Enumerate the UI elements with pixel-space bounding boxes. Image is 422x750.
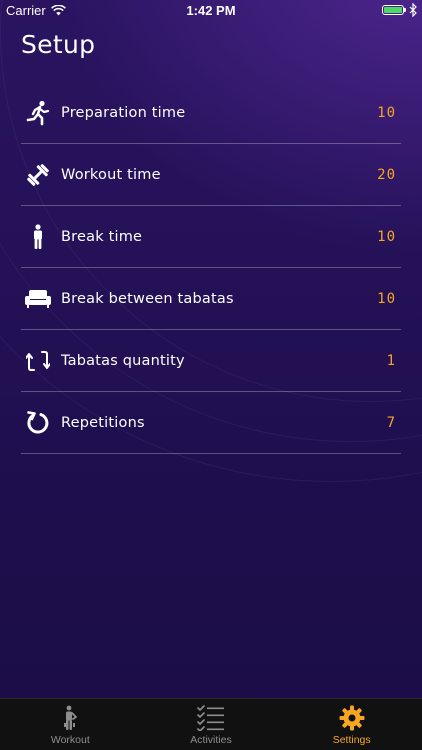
workout-person-icon [60,705,80,731]
battery-tip [404,8,406,12]
status-bar: Carrier 1:42 PM [0,0,422,22]
tab-label: Settings [332,734,371,746]
setting-value: 10 [377,104,396,121]
refresh-circle-icon [21,409,55,437]
tab-workout[interactable]: Workout [0,699,141,750]
dumbbell-icon [21,161,55,189]
tab-activities[interactable]: Activities [141,699,282,750]
setting-value: 10 [377,228,396,245]
setting-row-break-between-tabatas[interactable]: Break between tabatas 10 [21,268,401,330]
standing-person-icon [21,223,55,251]
setting-row-repetitions[interactable]: Repetitions 7 [21,392,401,454]
setting-label: Repetitions [61,414,145,431]
running-person-icon [21,99,55,127]
tab-label: Activities [190,734,232,746]
setup-screen: Carrier 1:42 PM Setup Preparation time 1… [0,0,422,750]
setting-label: Preparation time [61,104,186,121]
settings-list: Preparation time 10 Workout time 20 Brea… [21,82,401,454]
repeat-arrows-icon [21,347,55,375]
gear-icon [339,705,365,731]
battery-icon [382,5,406,15]
setting-value: 10 [377,290,396,307]
setting-value: 7 [386,414,396,431]
setting-row-preparation-time[interactable]: Preparation time 10 [21,82,401,144]
setting-row-tabatas-quantity[interactable]: Tabatas quantity 1 [21,330,401,392]
tab-bar: Workout Activities Settings [0,698,422,750]
setting-label: Workout time [61,166,161,183]
battery-level [384,7,402,13]
setting-row-break-time[interactable]: Break time 10 [21,206,401,268]
tab-label: Workout [50,734,90,746]
setting-value: 20 [377,166,396,183]
setting-row-workout-time[interactable]: Workout time 20 [21,144,401,206]
status-time: 1:42 PM [186,3,236,18]
tab-settings[interactable]: Settings [281,699,422,750]
setting-label: Break between tabatas [61,290,234,307]
setting-label: Break time [61,228,143,245]
setting-value: 1 [386,352,396,369]
page-title: Setup [21,30,96,59]
setting-label: Tabatas quantity [61,352,185,369]
bluetooth-icon [409,3,417,17]
sofa-icon [21,285,55,313]
checklist-icon [197,705,225,731]
